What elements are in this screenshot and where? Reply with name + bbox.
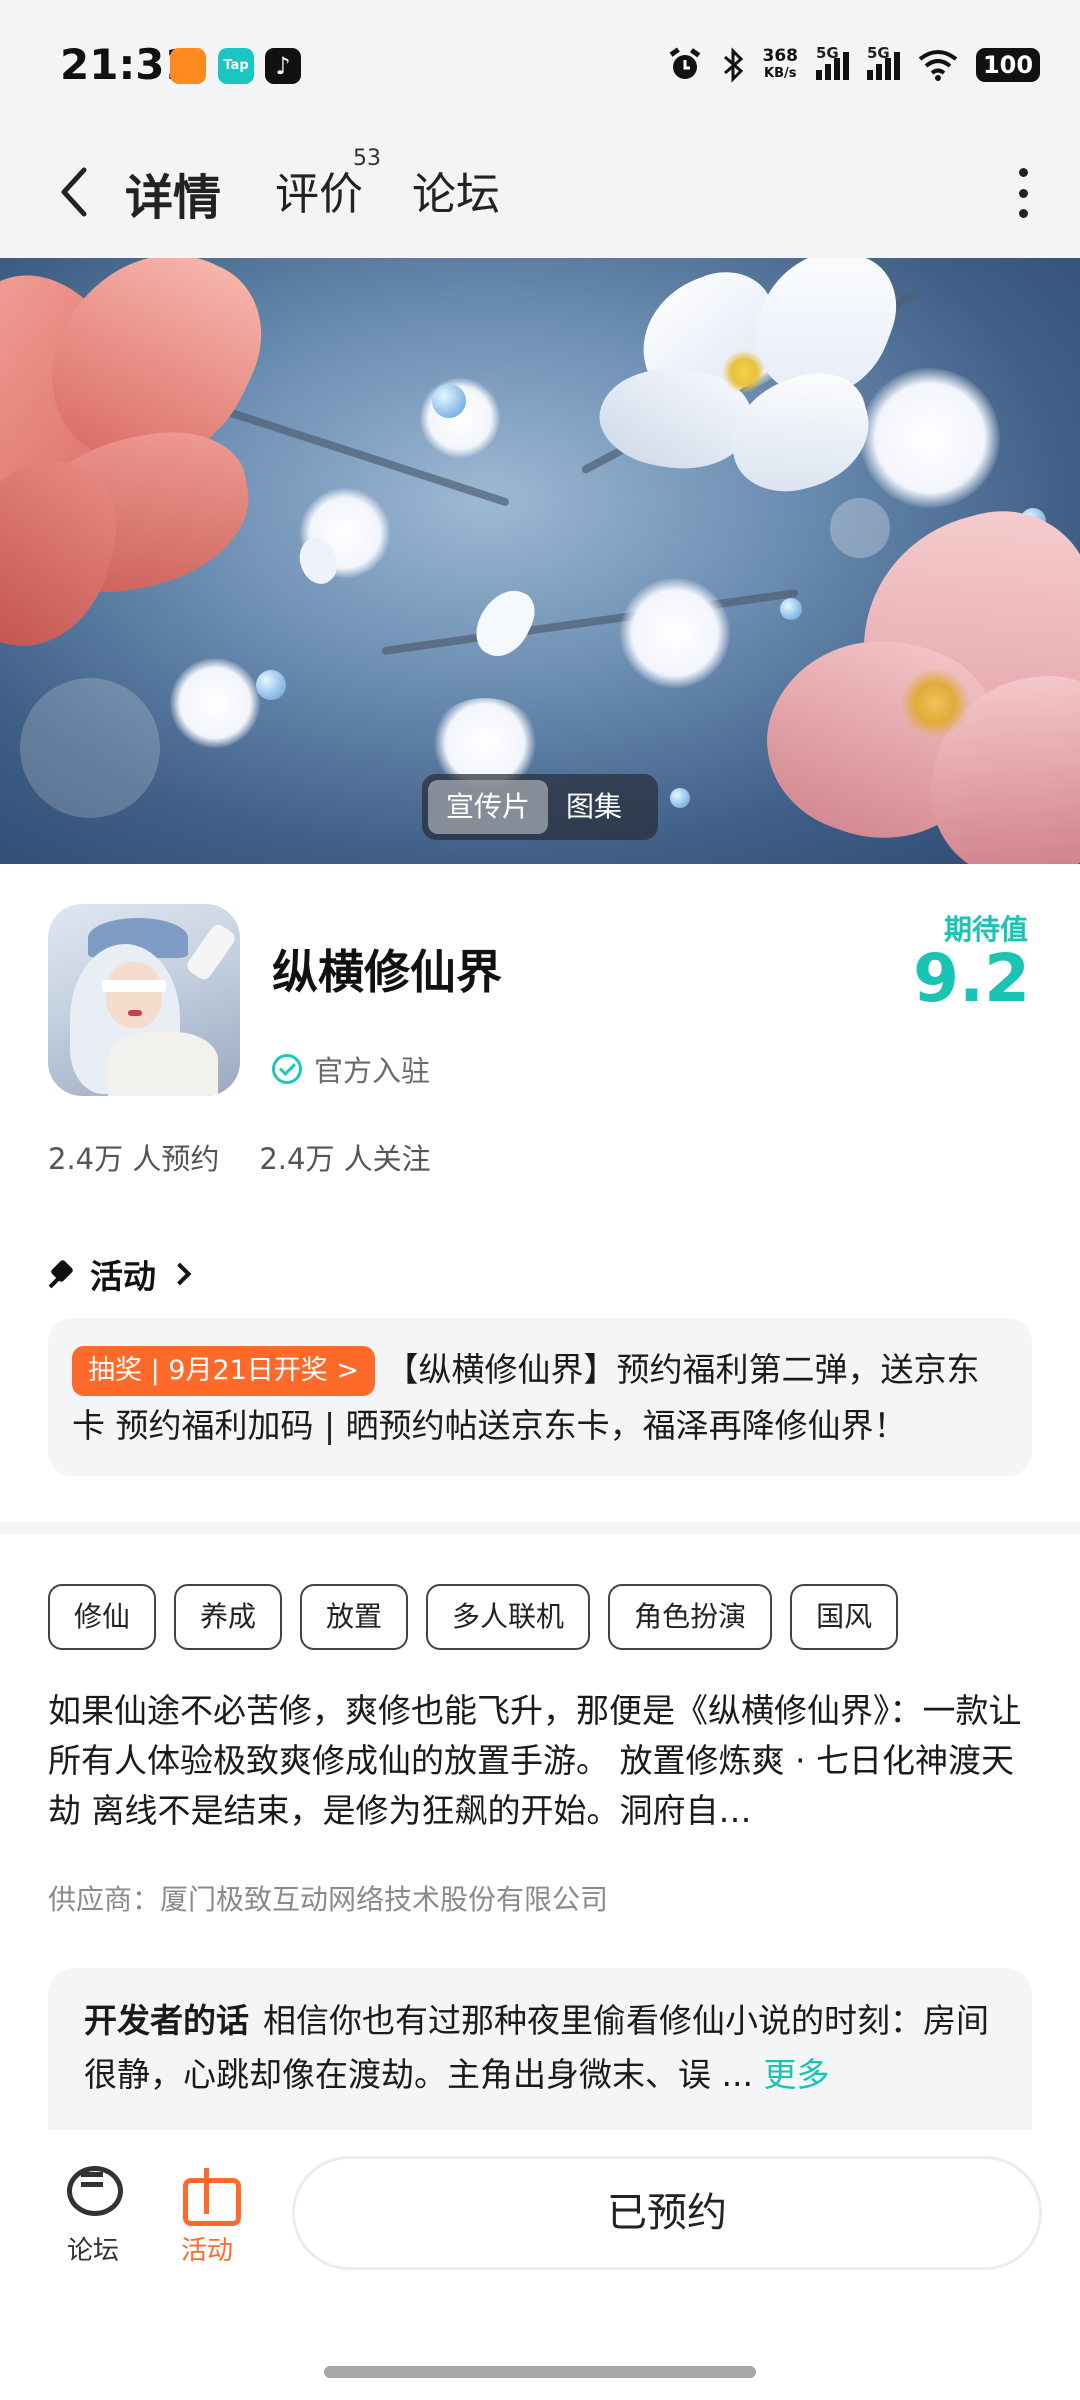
net-speed: 368 KB/s [763,47,799,83]
official-label: 官方入驻 [314,1054,431,1088]
net-speed-value: 368 [762,46,799,66]
tab-reviews[interactable]: 评价 [275,158,363,222]
bottom-forum-button[interactable]: 论坛 [48,2162,138,2267]
game-stats: 2.4万 人预约 2.4万 人关注 [48,1136,431,1178]
taobao-app-icon [170,48,206,84]
reserved-button[interactable]: 已预约 [292,2156,1042,2270]
chevron-right-icon [168,1262,192,1286]
taptap-app-icon: Tap [218,48,254,84]
tiktok-app-icon: ♪ [265,48,301,84]
top-nav: 详情 评价 53 论坛 [0,130,1080,258]
status-icons: 368 KB/s 5G 5G 100 [667,40,1040,90]
gift-icon [177,2162,241,2226]
status-bar: 21:31 Tap ♪ 368 KB/s 5G 5G 100 [0,0,1080,130]
back-arrow-icon[interactable] [50,160,100,224]
bottom-forum-label: 论坛 [66,2236,119,2266]
signal-icon-sim2: 5G [867,44,900,80]
more-link[interactable]: 更多 [763,2055,829,2094]
developer-note-title: 开发者的话 [84,2001,249,2040]
forum-chat-icon [63,2162,123,2218]
tag-list: 修仙 养成 放置 多人联机 角色扮演 国风 [48,1584,899,1650]
bluetooth-icon [723,47,743,83]
sim1-label: 5G [816,44,839,62]
game-title: 纵横修仙界 [272,945,502,999]
supplier-info: 供应商：厦门极致互动网络技术股份有限公司 [48,1883,609,1916]
sim2-label: 5G [867,44,890,62]
lottery-badge: 抽奖 | 9月21日开奖 > [72,1346,376,1396]
home-indicator[interactable] [324,2366,756,2378]
activity-section-header[interactable]: 活动 [48,1250,192,1298]
tag-item[interactable]: 修仙 [48,1584,157,1650]
bottom-activity-button[interactable]: 活动 [162,2162,252,2267]
media-type-switch: 宣传片 图集 [422,774,658,840]
media-banner[interactable]: 宣传片 图集 [0,258,1080,864]
tag-item[interactable]: 多人联机 [426,1584,591,1650]
developer-note-card[interactable]: 开发者的话 相信你也有过那种夜里偷看修仙小说的时刻：房间很静，心跳却像在渡劫。主角… [48,1968,1032,2138]
video-tab[interactable]: 宣传片 [428,780,549,834]
activity-card[interactable]: 抽奖 | 9月21日开奖 > 【纵横修仙界】预约福利第二弹，送京东卡 预约福利加… [48,1318,1032,1476]
tag-item[interactable]: 国风 [790,1584,899,1650]
bottom-action-bar: 论坛 活动 已预约 [0,2130,1080,2400]
activity-heading: 活动 [90,1257,156,1296]
more-options-icon[interactable] [1016,168,1030,218]
alarm-icon [669,47,700,79]
game-description[interactable]: 如果仙途不必苦修，爽修也能飞升，那便是《纵横修仙界》：一款让所有人体验极致爽修成… [48,1686,1032,1836]
follower-count: 2.4万 人关注 [259,1142,431,1176]
battery-icon: 100 [976,48,1040,82]
net-speed-unit: KB/s [764,66,797,81]
bottom-activity-label: 活动 [180,2236,233,2266]
gallery-tab[interactable]: 图集 [548,780,640,834]
section-divider [0,1522,1080,1534]
signal-icon-sim1: 5G [816,44,849,80]
verified-check-icon [272,1054,302,1084]
tag-item[interactable]: 养成 [174,1584,283,1650]
reservation-count: 2.4万 人预约 [48,1142,220,1176]
tag-item[interactable]: 放置 [300,1584,409,1650]
reviews-count-badge: 53 [353,146,381,171]
game-icon [48,904,240,1096]
tab-details[interactable]: 详情 [120,158,226,228]
pin-icon [48,1260,76,1288]
tab-forum[interactable]: 论坛 [412,158,500,222]
tag-item[interactable]: 角色扮演 [608,1584,773,1650]
expectation-score: 9.2 [913,940,1030,1017]
wifi-icon [918,50,958,81]
official-badge: 官方入驻 [272,1048,430,1090]
